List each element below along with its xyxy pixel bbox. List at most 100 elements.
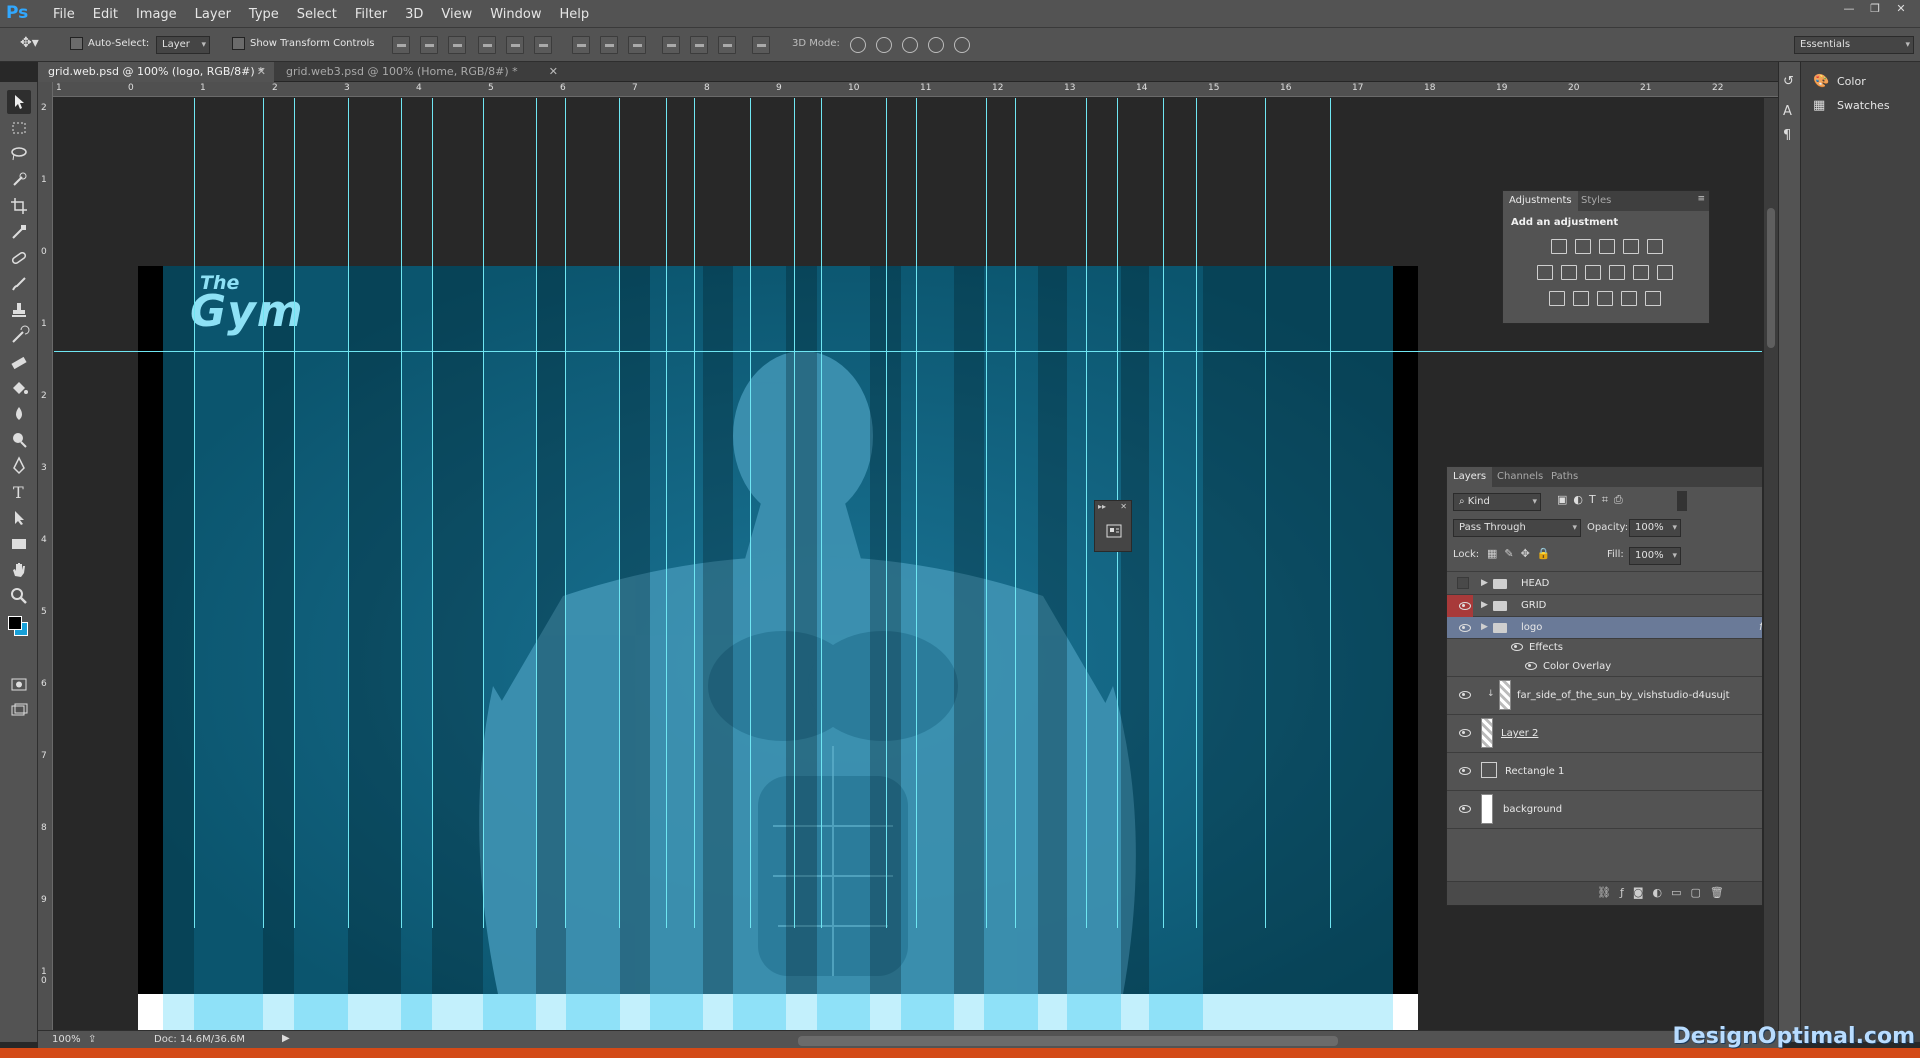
filter-kind-dropdown[interactable]: ⌕ Kind (1453, 493, 1541, 511)
guide-line[interactable] (916, 98, 917, 928)
auto-select-dropdown[interactable]: Layer (156, 36, 210, 54)
adjustment-icon[interactable] (1647, 239, 1663, 254)
vertical-ruler[interactable]: 2101234567891 0 (38, 82, 53, 1030)
move-tool-preset-icon[interactable]: ✥▾ (20, 35, 56, 53)
zoom-level[interactable]: 100% (52, 1034, 81, 1045)
adjustment-icon[interactable] (1561, 265, 1577, 280)
align-distribute-icon[interactable] (662, 36, 680, 54)
menu-select[interactable]: Select (288, 7, 346, 22)
pen-tool-icon[interactable] (7, 454, 31, 478)
adjustment-icon[interactable] (1657, 265, 1673, 280)
dodge-tool-icon[interactable] (7, 428, 31, 452)
menu-file[interactable]: File (44, 7, 84, 22)
path-selection-tool-icon[interactable] (7, 506, 31, 530)
fx-icon[interactable]: fx (1759, 620, 1762, 633)
align-distribute-icon[interactable] (534, 36, 552, 54)
guide-line[interactable] (986, 98, 987, 928)
type-tool-icon[interactable]: T (7, 480, 31, 504)
menu-filter[interactable]: Filter (346, 7, 396, 22)
visibility-eye-icon[interactable] (1459, 805, 1471, 813)
clone-stamp-tool-icon[interactable] (7, 298, 31, 322)
menu-3d[interactable]: 3D (396, 7, 432, 22)
align-distribute-icon[interactable] (420, 36, 438, 54)
layer-action-icons[interactable]: ⛓ƒ◙◐▭▢🗑 (1597, 886, 1733, 899)
adjustment-icon[interactable] (1573, 291, 1589, 306)
align-distribute-icon[interactable] (392, 36, 410, 54)
3d-mode-icon[interactable] (876, 37, 892, 53)
align-distribute-icon[interactable] (572, 36, 590, 54)
guide-line[interactable] (794, 98, 795, 928)
healing-brush-tool-icon[interactable] (7, 246, 31, 270)
character-icon[interactable]: A (1783, 104, 1792, 119)
eyedropper-tool-icon[interactable] (7, 220, 31, 244)
tab-grid-web[interactable]: grid.web.psd @ 100% (logo, RGB/8#) * ✕ (38, 62, 274, 82)
tab-grid-web3[interactable]: grid.web3.psd @ 100% (Home, RGB/8#) * ✕ (276, 62, 566, 82)
tab-styles[interactable]: Styles (1575, 191, 1617, 211)
expand-arrow-icon[interactable]: ▶ (1481, 578, 1488, 588)
canvas-area[interactable]: The Gym ▸▸ ✕ Adjustments Styles ≡ Add an… (54, 98, 1762, 1032)
menu-layer[interactable]: Layer (186, 7, 240, 22)
align-distribute-icon[interactable] (752, 36, 770, 54)
blend-mode-dropdown[interactable]: Pass Through (1453, 519, 1581, 537)
close-icon[interactable]: ✕ (1120, 502, 1127, 511)
layer-row-grid[interactable]: ▶ GRID (1447, 595, 1762, 617)
layer-row-logo-selected[interactable]: ▶ logo fx (1447, 617, 1762, 639)
vertical-scrollbar[interactable] (1764, 98, 1778, 1032)
menu-help[interactable]: Help (551, 7, 599, 22)
adjustment-icon[interactable] (1633, 265, 1649, 280)
adjustment-icon[interactable] (1623, 239, 1639, 254)
guide-line[interactable] (694, 98, 695, 928)
guide-line[interactable] (536, 98, 537, 928)
tab-paths[interactable]: Paths (1545, 467, 1584, 487)
adjustment-icon[interactable] (1597, 291, 1613, 306)
adjustment-icon[interactable] (1645, 291, 1661, 306)
visibility-eye-icon[interactable] (1459, 729, 1471, 737)
lasso-tool-icon[interactable] (7, 142, 31, 166)
align-distribute-icon[interactable] (690, 36, 708, 54)
guide-line[interactable] (432, 98, 433, 928)
rectangle-tool-icon[interactable] (7, 532, 31, 556)
scroll-thumb[interactable] (1767, 208, 1775, 348)
move-tool-icon[interactable] (7, 90, 31, 114)
guide-line[interactable] (194, 98, 195, 928)
expand-arrow-icon[interactable]: ▶ (1481, 622, 1488, 632)
horizontal-guide[interactable] (54, 351, 1762, 352)
hand-tool-icon[interactable] (7, 558, 31, 582)
color-panel-button[interactable]: 🎨 Color (1809, 72, 1919, 92)
guide-line[interactable] (750, 98, 751, 928)
3d-mode-icon[interactable] (850, 37, 866, 53)
blur-tool-icon[interactable] (7, 402, 31, 426)
layer-row-head[interactable]: ▶ HEAD (1447, 573, 1762, 595)
guide-line[interactable] (666, 98, 667, 928)
adjustment-icon[interactable] (1551, 239, 1567, 254)
close-tab-icon[interactable]: ✕ (549, 62, 558, 82)
guide-line[interactable] (619, 98, 620, 928)
3d-mode-icon[interactable] (928, 37, 944, 53)
status-menu-arrow-icon[interactable]: ▶ (282, 1033, 290, 1044)
lock-icons[interactable]: ▦✎✥🔒 (1487, 547, 1567, 563)
quick-mask-icon[interactable] (7, 672, 31, 696)
history-icon[interactable]: ↺ (1783, 74, 1794, 89)
show-transform-checkbox[interactable] (232, 37, 245, 50)
guide-line[interactable] (1163, 98, 1164, 928)
filter-toggle[interactable] (1677, 491, 1687, 511)
visibility-eye-icon[interactable] (1459, 602, 1471, 610)
guide-line[interactable] (1196, 98, 1197, 928)
guide-line[interactable] (1015, 98, 1016, 928)
guide-line[interactable] (401, 98, 402, 928)
tab-layers[interactable]: Layers (1447, 467, 1493, 487)
guide-line[interactable] (1330, 98, 1331, 928)
layer-filter-icons[interactable]: ▣◐T⌗⎙ (1557, 493, 1687, 511)
auto-select-checkbox[interactable] (70, 37, 83, 50)
menu-image[interactable]: Image (127, 7, 186, 22)
align-distribute-icon[interactable] (506, 36, 524, 54)
guide-line[interactable] (1086, 98, 1087, 928)
close-tab-icon[interactable]: ✕ (257, 62, 266, 82)
layer-row-rectangle-1[interactable]: Rectangle 1 (1447, 753, 1762, 791)
align-distribute-icon[interactable] (448, 36, 466, 54)
menu-type[interactable]: Type (240, 7, 288, 22)
expand-arrow-icon[interactable]: ▶ (1481, 600, 1488, 610)
adjustment-icon[interactable] (1609, 265, 1625, 280)
tab-adjustments[interactable]: Adjustments (1503, 191, 1578, 211)
guide-line[interactable] (294, 98, 295, 928)
